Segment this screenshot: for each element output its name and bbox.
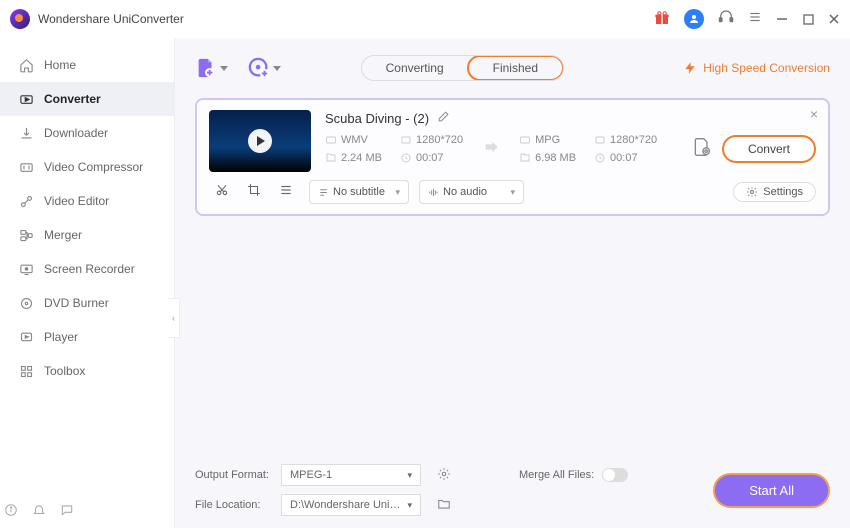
crop-icon[interactable] — [247, 183, 261, 202]
convert-button[interactable]: Convert — [722, 135, 816, 163]
add-file-button[interactable] — [195, 57, 228, 79]
output-format-value: MPEG-1 — [290, 469, 332, 481]
target-duration: 00:07 — [610, 152, 638, 164]
file-card: × Scuba Diving - (2) WMV 2.24 — [195, 98, 830, 216]
merge-toggle[interactable] — [602, 468, 628, 482]
sidebar-item-label: DVD Burner — [44, 296, 109, 310]
high-speed-conversion[interactable]: High Speed Conversion — [683, 61, 830, 75]
chevron-down-icon: ▾ — [407, 500, 412, 511]
sidebar-item-label: Toolbox — [44, 364, 85, 378]
start-all-button[interactable]: Start All — [713, 473, 830, 508]
source-resolution: 1280*720 — [416, 134, 463, 146]
play-icon — [248, 129, 272, 153]
sidebar-item-dvd[interactable]: DVD Burner — [0, 286, 174, 320]
source-format: WMV — [341, 134, 368, 146]
source-size: 2.24 MB — [341, 152, 382, 164]
player-icon — [18, 329, 34, 345]
compressor-icon — [18, 159, 34, 175]
chevron-down-icon: ▾ — [395, 187, 400, 198]
minimize-button[interactable] — [776, 13, 788, 25]
source-duration: 00:07 — [416, 152, 444, 164]
dvd-icon — [18, 295, 34, 311]
audio-dropdown[interactable]: No audio ▾ — [419, 180, 524, 204]
subtitle-dropdown[interactable]: No subtitle ▾ — [309, 180, 409, 204]
target-resolution: 1280*720 — [610, 134, 657, 146]
sidebar-item-label: Merger — [44, 228, 82, 242]
chevron-down-icon: ▾ — [407, 470, 412, 481]
close-button[interactable] — [828, 13, 840, 25]
target-format: MPG — [535, 134, 560, 146]
feedback-icon[interactable] — [60, 503, 74, 522]
file-location-value: D:\Wondershare UniConverter — [290, 499, 407, 511]
sidebar-item-compressor[interactable]: Video Compressor — [0, 150, 174, 184]
toolbar: Converting Finished High Speed Conversio… — [195, 48, 830, 88]
home-icon — [18, 57, 34, 73]
tab-group: Converting Finished — [361, 55, 564, 81]
menu-icon[interactable] — [748, 10, 762, 29]
file-title: Scuba Diving - (2) — [325, 111, 429, 126]
settings-button[interactable]: Settings — [733, 182, 816, 202]
downloader-icon — [18, 125, 34, 141]
sidebar-item-recorder[interactable]: Screen Recorder — [0, 252, 174, 286]
sidebar: Home Converter Downloader Video Compress… — [0, 38, 175, 528]
subtitle-value: No subtitle — [333, 186, 385, 198]
sidebar-item-player[interactable]: Player — [0, 320, 174, 354]
high-speed-label: High Speed Conversion — [703, 61, 830, 75]
file-settings-icon[interactable] — [692, 137, 712, 162]
sidebar-item-label: Screen Recorder — [44, 262, 135, 276]
sidebar-item-label: Home — [44, 58, 76, 72]
sidebar-item-editor[interactable]: Video Editor — [0, 184, 174, 218]
settings-label: Settings — [763, 186, 803, 198]
tab-finished[interactable]: Finished — [467, 55, 564, 81]
titlebar: Wondershare UniConverter — [0, 0, 850, 38]
toolbox-icon — [18, 363, 34, 379]
merger-icon — [18, 227, 34, 243]
output-format-dropdown[interactable]: MPEG-1 ▾ — [281, 464, 421, 486]
sidebar-item-label: Downloader — [44, 126, 108, 140]
sidebar-collapse[interactable]: ‹ — [168, 298, 180, 338]
avatar-icon[interactable] — [684, 9, 704, 29]
sidebar-item-home[interactable]: Home — [0, 48, 174, 82]
audio-value: No audio — [443, 186, 487, 198]
recorder-icon — [18, 261, 34, 277]
trim-icon[interactable] — [215, 183, 229, 202]
sidebar-item-toolbox[interactable]: Toolbox — [0, 354, 174, 388]
close-icon[interactable]: × — [810, 106, 818, 122]
tab-converting[interactable]: Converting — [362, 56, 468, 80]
support-icon[interactable] — [718, 9, 734, 30]
maximize-button[interactable] — [802, 13, 814, 25]
app-logo — [10, 9, 30, 29]
edit-title-icon[interactable] — [437, 110, 450, 126]
sidebar-item-downloader[interactable]: Downloader — [0, 116, 174, 150]
sidebar-item-merger[interactable]: Merger — [0, 218, 174, 252]
add-dvd-button[interactable] — [248, 57, 281, 79]
arrow-icon — [481, 139, 501, 160]
chevron-down-icon: ▾ — [510, 187, 515, 198]
bottom-bar: Output Format: MPEG-1 ▾ Merge All Files:… — [195, 456, 830, 528]
app-title: Wondershare UniConverter — [38, 12, 184, 26]
merge-label: Merge All Files: — [519, 469, 594, 481]
output-settings-icon[interactable] — [437, 467, 451, 484]
info-icon[interactable] — [4, 503, 18, 522]
statusbar — [4, 503, 74, 522]
sidebar-item-label: Player — [44, 330, 78, 344]
open-folder-icon[interactable] — [437, 497, 451, 514]
gift-icon[interactable] — [654, 10, 670, 29]
output-format-label: Output Format: — [195, 469, 273, 481]
editor-icon — [18, 193, 34, 209]
sidebar-item-label: Video Editor — [44, 194, 109, 208]
target-size: 6.98 MB — [535, 152, 576, 164]
converter-icon — [18, 91, 34, 107]
sidebar-item-label: Video Compressor — [44, 160, 143, 174]
bell-icon[interactable] — [32, 503, 46, 522]
sidebar-item-label: Converter — [44, 92, 101, 106]
file-location-dropdown[interactable]: D:\Wondershare UniConverter ▾ — [281, 494, 421, 516]
video-thumbnail[interactable] — [209, 110, 311, 172]
sidebar-item-converter[interactable]: Converter — [0, 82, 174, 116]
file-location-label: File Location: — [195, 499, 273, 511]
effect-icon[interactable] — [279, 183, 293, 202]
